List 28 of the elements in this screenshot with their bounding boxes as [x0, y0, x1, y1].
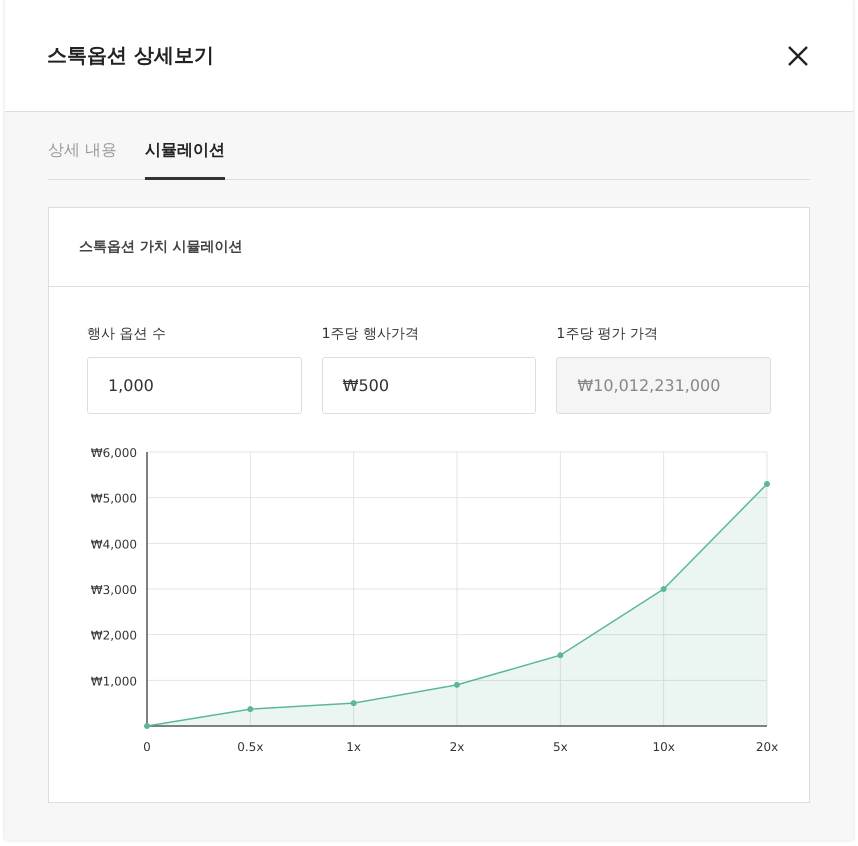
field-label: 1주당 평가 가격	[556, 325, 660, 343]
input-field[interactable]: ₩500	[322, 357, 536, 414]
x-axis-label: 2x	[450, 740, 464, 754]
data-point	[454, 682, 460, 688]
modal-title: 스톡옵션 상세보기	[47, 42, 214, 69]
field-label: 1주당 행사가격	[322, 325, 420, 343]
y-axis-label: ₩4,000	[90, 537, 137, 552]
y-axis-label: ₩3,000	[90, 583, 137, 597]
data-point	[247, 706, 254, 712]
x-axis-label: 0	[143, 740, 151, 754]
x-axis-label: 20x	[756, 740, 778, 754]
card-title: 스톡옵션 가치 시뮬레이션	[49, 208, 809, 287]
data-point	[144, 723, 150, 729]
y-axis-label: ₩1,000	[90, 674, 137, 688]
data-point	[764, 480, 770, 487]
data-point	[350, 700, 357, 706]
x-axis-label: 5x	[552, 740, 568, 754]
field-label: 행사 옵션 수	[87, 325, 167, 343]
y-axis-label: ₩2,000	[90, 628, 137, 643]
y-axis-label: ₩5,000	[90, 492, 137, 506]
input-field[interactable]: 1,000	[87, 357, 302, 414]
data-point	[557, 652, 564, 658]
data-point	[660, 586, 667, 592]
y-axis-label: ₩6,000	[90, 446, 137, 460]
tab[interactable]: 시뮬레이션	[145, 134, 226, 180]
x-axis-label: 0.5x	[237, 740, 264, 754]
x-axis-label: 10x	[652, 740, 675, 754]
x-axis-label: 1x	[346, 740, 362, 754]
